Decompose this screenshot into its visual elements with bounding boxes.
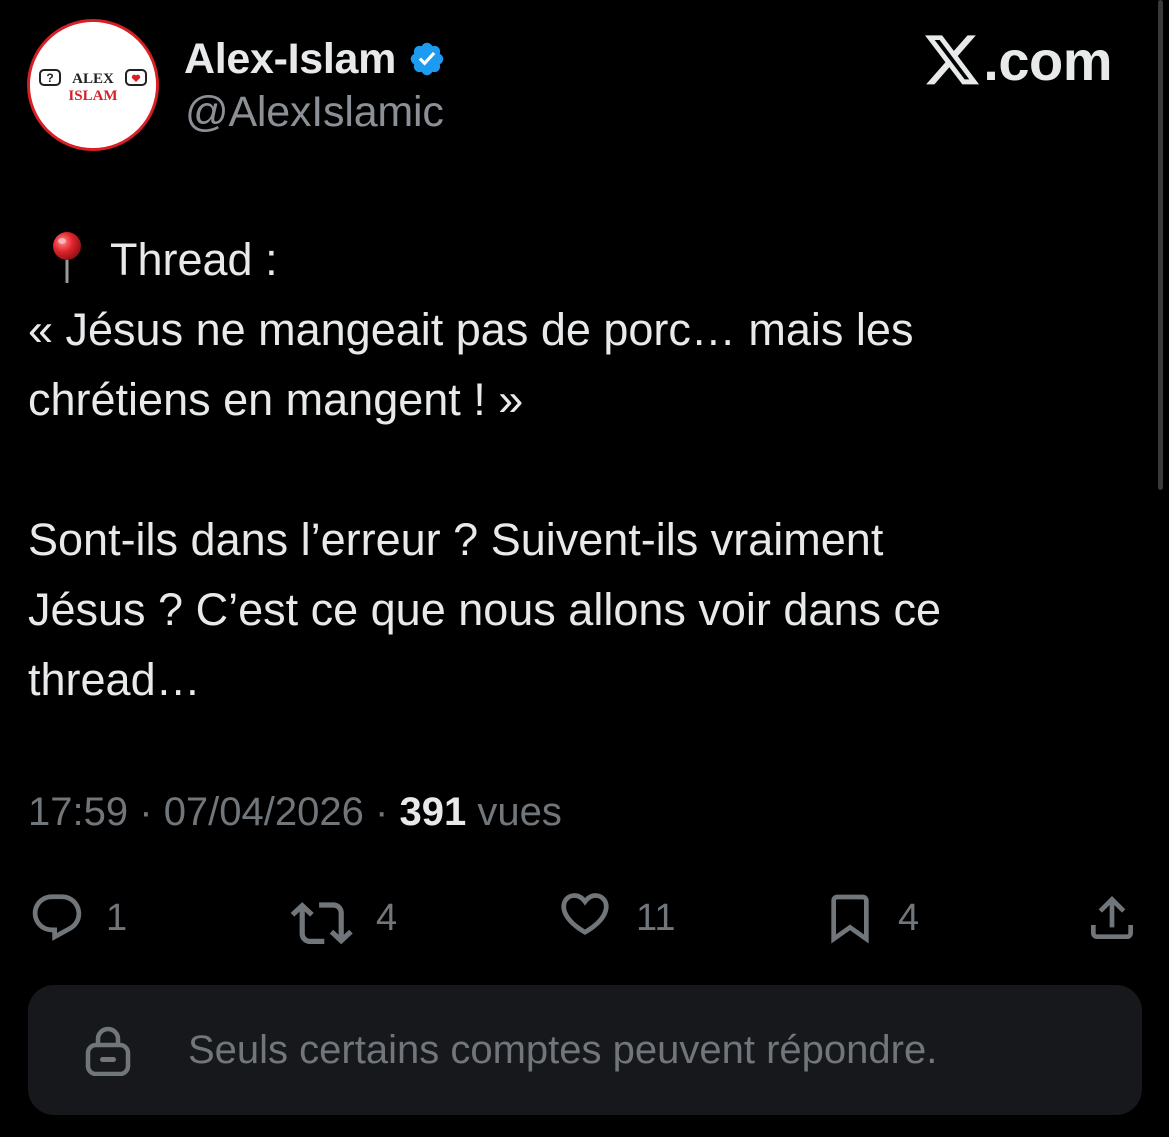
- tweet-meta: 17:59 · 07/04/2026 · 391 vues: [28, 790, 562, 835]
- like-count: 11: [636, 896, 676, 939]
- share-button[interactable]: [1082, 888, 1142, 948]
- x-logo-icon: [925, 34, 981, 87]
- repost-count: 4: [376, 896, 398, 939]
- action-bar: 1 4 11 4: [0, 888, 1169, 948]
- reply-button[interactable]: 1: [28, 888, 127, 948]
- author-name-row: Alex-Islam: [184, 34, 446, 84]
- reply-restriction-notice: Seuls certains comptes peuvent répondre.: [28, 985, 1142, 1115]
- tweet-line: thread…: [28, 654, 201, 705]
- bookmark-icon: [831, 894, 869, 944]
- reply-restriction-message: Seuls certains comptes peuvent répondre.: [188, 1027, 938, 1072]
- round-pushpin-icon: [44, 231, 90, 284]
- verified-badge-icon[interactable]: [408, 40, 446, 78]
- tweet-line: Sont-ils dans l’erreur ? Suivent-ils vra…: [28, 514, 884, 565]
- reply-icon: [32, 894, 82, 941]
- tweet-line: chrétiens en mangent ! »: [28, 374, 524, 425]
- avatar-logo: ? ALEX ISLAM: [30, 22, 156, 148]
- tweet-time[interactable]: 17:59: [28, 790, 128, 834]
- tweet-line-text: Thread :: [110, 234, 278, 285]
- meta-separator: ·: [139, 790, 153, 834]
- repost-icon: [290, 902, 353, 944]
- author-display-name[interactable]: Alex-Islam: [184, 35, 396, 84]
- paragraph-break: [28, 435, 1108, 505]
- tweet-line: Thread :: [28, 225, 1108, 295]
- brand-domain: .com: [983, 29, 1112, 92]
- lock-icon: [84, 1024, 132, 1077]
- svg-text:?: ?: [46, 71, 53, 85]
- like-button[interactable]: 11: [554, 888, 675, 948]
- views-count: 391: [399, 790, 467, 834]
- brand-watermark: .com: [925, 28, 1112, 93]
- bookmark-count: 4: [898, 896, 920, 939]
- reply-count: 1: [106, 896, 128, 939]
- tweet-date[interactable]: 07/04/2026: [164, 790, 364, 834]
- avatar-text-bottom: ISLAM: [68, 88, 117, 104]
- meta-separator: ·: [375, 790, 389, 834]
- tweet-text: Thread : « Jésus ne mangeait pas de porc…: [28, 225, 1108, 715]
- avatar[interactable]: ? ALEX ISLAM: [27, 19, 159, 151]
- tweet-line: « Jésus ne mangeait pas de porc… mais le…: [28, 304, 914, 355]
- share-icon: [1091, 896, 1133, 939]
- bookmark-button[interactable]: 4: [822, 888, 919, 948]
- author-handle[interactable]: @AlexIslamic: [185, 88, 444, 137]
- tweet-screen: ? ALEX ISLAM Alex-Islam @AlexIslamic .co…: [0, 0, 1169, 1137]
- views-label: vues: [477, 790, 562, 834]
- avatar-text-top: ALEX: [72, 71, 114, 87]
- scrollbar[interactable]: [1158, 0, 1163, 490]
- tweet-line: Jésus ? C’est ce que nous allons voir da…: [28, 584, 942, 635]
- heart-icon: [561, 893, 609, 935]
- repost-button[interactable]: 4: [290, 888, 397, 948]
